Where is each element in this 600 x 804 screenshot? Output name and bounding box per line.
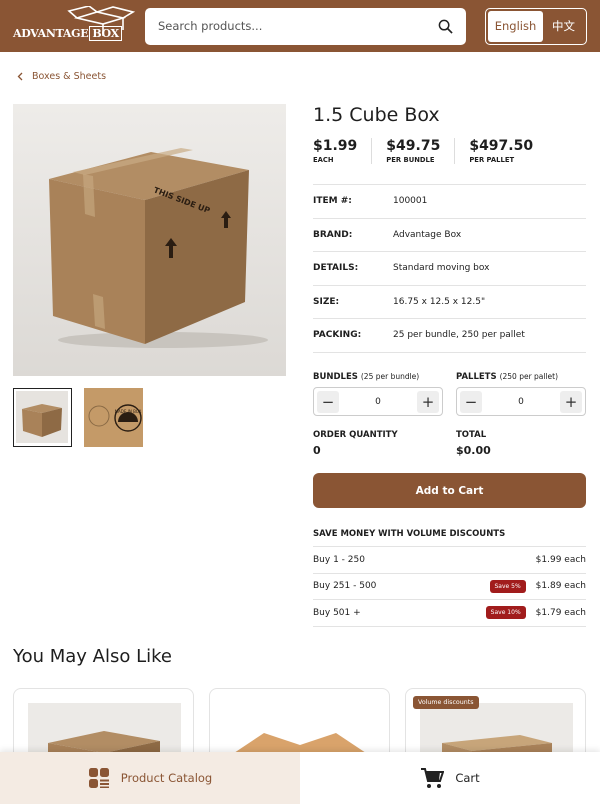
order-total: TOTAL $0.00 <box>456 430 491 457</box>
discount-row: Buy 1 - 250 $1.99 each <box>313 547 586 574</box>
lang-english-button[interactable]: English <box>488 10 543 42</box>
chevron-left-icon <box>17 72 23 81</box>
save-badge: Save 5% <box>489 579 526 593</box>
price-each: $1.99 EACH <box>313 138 373 164</box>
bundles-value[interactable]: 0 <box>375 397 381 407</box>
pallets-label: PALLETS (250 per pallet) <box>456 372 559 382</box>
order-quantity: ORDER QUANTITY 0 <box>313 430 398 457</box>
product-catalog-button[interactable]: Product Catalog <box>0 752 300 804</box>
breadcrumb-link[interactable]: Boxes & Sheets <box>32 71 106 82</box>
search-icon[interactable] <box>438 19 453 34</box>
header: ADVANTAGEBOX English 中文 <box>0 0 600 52</box>
cart-icon <box>421 768 445 788</box>
price-bundle: $49.75 PER BUNDLE <box>386 138 456 164</box>
volume-discount-badge: Volume discounts <box>413 696 479 709</box>
breadcrumb[interactable]: Boxes & Sheets <box>17 71 106 82</box>
discount-heading: SAVE MONEY WITH VOLUME DISCOUNTS <box>313 529 506 539</box>
search-bar <box>145 7 466 45</box>
bundles-plus-button[interactable]: + <box>416 390 439 413</box>
pallets-stepper: − 0 + <box>456 387 586 416</box>
language-switch: English 中文 <box>485 7 587 45</box>
search-input[interactable] <box>158 19 418 33</box>
related-heading: You May Also Like <box>13 646 172 667</box>
logo[interactable]: ADVANTAGE BOX <box>13 6 135 46</box>
spec-table: ITEM #: 100001 BRAND: Advantage Box DETAIL… <box>313 184 586 353</box>
discount-row: Buy 251 - 500 Save 5% $1.89 each <box>313 574 586 600</box>
stamp-text: MADE IN BOX <box>115 409 142 414</box>
bottom-nav: Product Catalog Cart <box>0 752 600 804</box>
bundles-minus-button[interactable]: − <box>317 390 339 413</box>
pallets-control: PALLETS (250 per pallet) − 0 + <box>456 372 586 416</box>
pallets-value[interactable]: 0 <box>518 397 524 407</box>
lang-chinese-button[interactable]: 中文 <box>543 18 584 34</box>
thumb-box-photo <box>16 391 68 443</box>
spec-row: SIZE: 16.75 x 12.5 x 12.5" <box>313 286 586 319</box>
pallets-minus-button[interactable]: − <box>460 390 482 413</box>
logo-text: ADVANTAGE BOX <box>13 26 122 41</box>
thumbnail-stamp[interactable]: MADE IN BOX <box>84 388 143 447</box>
product-main-image[interactable]: THIS SIDE UP <box>13 104 286 376</box>
cart-label: Cart <box>455 771 480 785</box>
save-badge: Save 10% <box>485 606 526 620</box>
discount-table: Buy 1 - 250 $1.99 each Buy 251 - 500 Save … <box>313 546 586 627</box>
spec-row: DETAILS: Standard moving box <box>313 252 586 286</box>
pallets-plus-button[interactable]: + <box>559 390 582 413</box>
bundles-label: BUNDLES (25 per bundle) <box>313 372 420 382</box>
spec-row: PACKING: 25 per bundle, 250 per pallet <box>313 319 586 353</box>
discount-row: Buy 501 + Save 10% $1.79 each <box>313 600 586 627</box>
add-to-cart-button[interactable]: Add to Cart <box>313 473 586 508</box>
price-pallet: $497.50 PER PALLET <box>469 138 534 164</box>
product-title: 1.5 Cube Box <box>313 104 440 126</box>
thumbnail-box[interactable] <box>13 388 72 447</box>
stamp-photo: MADE IN BOX <box>84 388 143 447</box>
bundles-control: BUNDLES (25 per bundle) − 0 + <box>313 372 443 416</box>
catalog-icon <box>88 768 109 788</box>
price-list: $1.99 EACH $49.75 PER BUNDLE $497.50 PER PA… <box>313 138 547 164</box>
catalog-label: Product Catalog <box>120 771 213 785</box>
spec-row: ITEM #: 100001 <box>313 185 586 219</box>
box-photo: THIS SIDE UP <box>13 104 286 376</box>
spec-row: BRAND: Advantage Box <box>313 219 586 252</box>
bundles-stepper: − 0 + <box>313 387 443 416</box>
cart-button[interactable]: Cart <box>300 752 600 804</box>
